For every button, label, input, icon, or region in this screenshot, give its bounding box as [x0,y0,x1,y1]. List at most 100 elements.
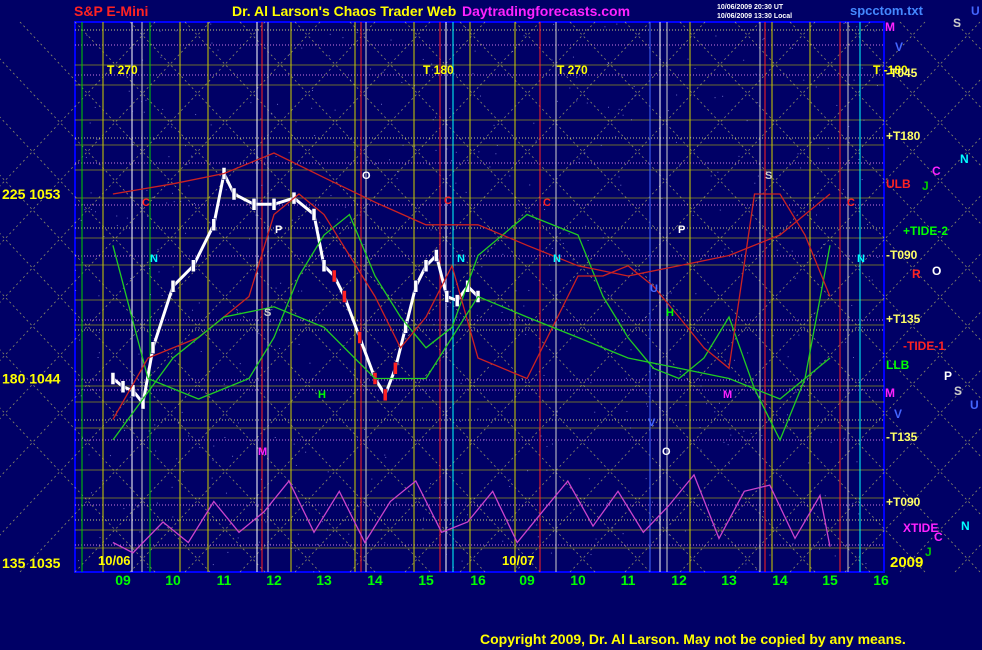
texture-dot [465,191,467,193]
texture-dot [620,184,622,186]
texture-dot [609,500,611,502]
right-label: V [895,40,903,54]
texture-dot [692,215,694,217]
texture-dot [269,419,271,421]
texture-dot [217,49,219,51]
texture-dot [444,326,446,328]
texture-dot [413,28,415,30]
texture-dot [871,279,873,281]
texture-dot [446,148,448,150]
texture-dot [511,520,513,522]
texture-dot [710,175,712,177]
texture-dot [120,163,122,165]
right-label: +TIDE-2 [903,224,948,238]
texture-dot [517,203,519,205]
texture-dot [239,363,241,365]
texture-dot [295,464,297,466]
site-link[interactable]: Daytradingforecasts.com [462,3,630,19]
texture-dot [685,404,687,406]
texture-dot [116,224,118,226]
texture-dot [446,532,448,534]
texture-dot [161,295,163,297]
price-bar [393,362,398,375]
texture-dot [600,144,602,146]
texture-dot [535,140,537,142]
texture-dot [98,352,100,354]
texture-dot [79,339,81,341]
texture-dot [269,320,271,322]
right-label: -T090 [886,248,918,262]
right-label: -TIDE-1 [903,339,945,353]
texture-dot [329,33,331,35]
texture-dot [294,550,296,552]
texture-dot [371,478,373,480]
texture-dot [668,534,670,536]
texture-dot [622,320,624,322]
texture-dot [297,290,299,292]
texture-dot [297,533,299,535]
texture-dot [336,218,338,220]
texture-dot [354,409,356,411]
texture-dot [142,59,144,61]
texture-dot [237,537,239,539]
right-label: U [970,398,979,412]
texture-dot [670,292,672,294]
texture-dot [622,74,624,76]
x-tick-label: 10 [165,572,181,588]
texture-dot [728,463,730,465]
texture-dot [465,27,467,29]
texture-dot [489,166,491,168]
price-bar [120,380,126,393]
texture-dot [103,235,105,237]
price-bar [382,388,388,402]
texture-dot [275,156,277,158]
texture-dot [578,161,580,163]
texture-dot [366,159,368,161]
planet-marker: N [553,253,561,265]
texture-dot [313,571,315,573]
x-tick-label: 14 [367,572,383,588]
texture-dot [364,428,366,430]
texture-dot [166,202,168,204]
texture-dot [455,540,457,542]
texture-dot [797,153,799,155]
texture-dot [188,435,190,437]
texture-dot [767,299,769,301]
texture-dot [763,37,765,39]
texture-dot [661,197,663,199]
texture-dot [195,114,197,116]
texture-dot [761,435,763,437]
texture-dot [472,73,474,75]
texture-dot [861,327,863,329]
texture-dot [625,377,627,379]
texture-dot [149,294,151,296]
texture-dot [430,483,432,485]
texture-dot [396,178,398,180]
right-label: C [932,164,941,178]
texture-dot [380,103,382,105]
texture-dot [183,471,185,473]
texture-dot [181,411,183,413]
texture-dot [527,470,529,472]
texture-dot [792,543,794,545]
texture-dot [155,450,157,452]
texture-dot [271,309,273,311]
texture-dot [340,302,342,304]
texture-dot [444,501,446,503]
texture-dot [754,182,756,184]
texture-dot [474,50,476,52]
texture-dot [780,474,782,476]
texture-dot [729,330,731,332]
texture-dot [363,244,365,246]
texture-dot [424,390,426,392]
texture-dot [572,259,574,261]
texture-dot [223,383,225,385]
texture-dot [454,264,456,266]
texture-dot [618,108,620,110]
texture-dot [99,537,101,539]
texture-dot [745,563,747,565]
texture-dot [811,314,813,316]
texture-dot [824,495,826,497]
x-tick-label: 12 [671,572,687,588]
texture-dot [863,119,865,121]
